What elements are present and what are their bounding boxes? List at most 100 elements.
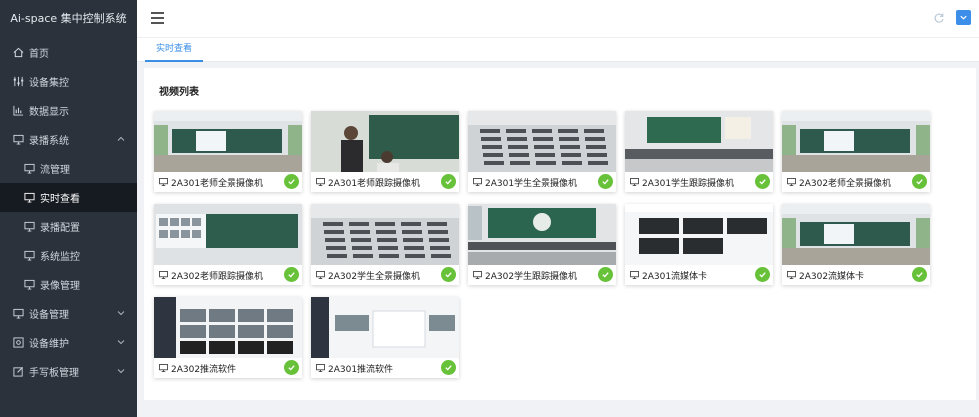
video-caption: 2A302流媒体卡: [782, 265, 930, 285]
video-label: 2A302学生全景摄像机: [328, 271, 421, 282]
video-caption: 2A302老师跟踪摄像机: [154, 265, 302, 285]
status-ok-icon: [755, 267, 770, 282]
video-thumbnail[interactable]: [625, 111, 773, 172]
sidebar-item-recording-config[interactable]: 录播配置: [0, 212, 137, 241]
monitor-icon: [24, 163, 35, 174]
sidebar-item-device-control[interactable]: 设备集控: [0, 67, 137, 96]
monitor-icon: [13, 308, 24, 319]
sliders-icon: [13, 76, 24, 87]
video-caption: 2A301学生跟踪摄像机: [625, 172, 773, 192]
edit-icon: [13, 366, 24, 377]
monitor-icon: [316, 178, 325, 186]
menu-toggle-icon[interactable]: [151, 12, 164, 24]
sidebar-item-recording-system[interactable]: 录播系统: [0, 125, 137, 154]
page-title: 视频列表: [159, 87, 199, 98]
monitor-icon: [316, 364, 325, 372]
video-card[interactable]: 2A301学生跟踪摄像机: [625, 111, 773, 192]
status-ok-icon: [912, 174, 927, 189]
status-ok-icon: [598, 267, 613, 282]
video-thumbnail[interactable]: [154, 297, 302, 358]
video-label: 2A301流媒体卡: [642, 271, 708, 282]
monitor-icon: [24, 279, 35, 290]
video-thumbnail[interactable]: [154, 204, 302, 265]
video-thumbnail[interactable]: [782, 204, 930, 265]
video-card[interactable]: 2A302学生全景摄像机: [311, 204, 459, 285]
monitor-icon: [159, 364, 168, 372]
monitor-icon: [473, 271, 482, 279]
video-card[interactable]: 2A302老师跟踪摄像机: [154, 204, 302, 285]
sidebar-item-home[interactable]: 首页: [0, 38, 137, 67]
chevron-down-icon: [117, 338, 125, 346]
app-title: Ai-space 集中控制系统: [10, 12, 127, 25]
sidebar-item-label: 首页: [29, 49, 49, 60]
top-bar: [137, 0, 979, 38]
sidebar-item-device-management[interactable]: 设备管理: [0, 299, 137, 328]
video-caption: 2A301老师全景摄像机: [154, 172, 302, 192]
video-thumbnail[interactable]: [311, 204, 459, 265]
sidebar-item-label: 录播系统: [29, 136, 69, 147]
video-thumbnail[interactable]: [468, 204, 616, 265]
video-thumbnail[interactable]: [311, 297, 459, 358]
video-card[interactable]: 2A301老师全景摄像机: [154, 111, 302, 192]
video-card[interactable]: 2A301学生全景摄像机: [468, 111, 616, 192]
user-avatar[interactable]: [956, 10, 971, 25]
video-card[interactable]: 2A302推流软件: [154, 297, 302, 378]
tab-bar: 实时查看: [137, 38, 979, 62]
sidebar-item-label: 系统监控: [40, 252, 80, 263]
sidebar-item-stream-management[interactable]: 流管理: [0, 154, 137, 183]
status-ok-icon: [441, 267, 456, 282]
chevron-down-icon: [117, 309, 125, 317]
video-label: 2A302流媒体卡: [799, 271, 865, 282]
monitor-icon: [24, 192, 35, 203]
sidebar-item-label: 设备集控: [29, 78, 69, 89]
status-ok-icon: [284, 267, 299, 282]
chevron-up-icon: [117, 135, 125, 143]
video-card[interactable]: 2A302流媒体卡: [782, 204, 930, 285]
video-caption: 2A301学生全景摄像机: [468, 172, 616, 192]
video-caption: 2A301推流软件: [311, 358, 459, 378]
status-ok-icon: [912, 267, 927, 282]
video-caption: 2A301流媒体卡: [625, 265, 773, 285]
monitor-icon: [159, 178, 168, 186]
status-ok-icon: [441, 360, 456, 375]
status-ok-icon: [755, 174, 770, 189]
sidebar-item-recordings[interactable]: 录像管理: [0, 270, 137, 299]
sidebar-item-system-monitor[interactable]: 系统监控: [0, 241, 137, 270]
monitor-icon: [24, 221, 35, 232]
sidebar-item-data-display[interactable]: 数据显示: [0, 96, 137, 125]
video-label: 2A301老师全景摄像机: [171, 178, 264, 189]
status-ok-icon: [598, 174, 613, 189]
chart-icon: [13, 105, 24, 116]
monitor-icon: [473, 178, 482, 186]
video-thumbnail[interactable]: [625, 204, 773, 265]
video-thumbnail[interactable]: [154, 111, 302, 172]
video-card[interactable]: 2A302老师全景摄像机: [782, 111, 930, 192]
video-card[interactable]: 2A301流媒体卡: [625, 204, 773, 285]
video-caption: 2A302学生全景摄像机: [311, 265, 459, 285]
sidebar-item-label: 手写板管理: [29, 368, 79, 379]
chevron-down-icon: [960, 15, 967, 20]
video-caption: 2A302推流软件: [154, 358, 302, 378]
sidebar-item-label: 录播配置: [40, 223, 80, 234]
sidebar-item-device-maintenance[interactable]: 设备维护: [0, 328, 137, 357]
sidebar-item-label: 设备维护: [29, 339, 69, 350]
video-card[interactable]: 2A301老师跟踪摄像机: [311, 111, 459, 192]
monitor-icon: [13, 134, 24, 145]
sidebar-item-label: 录像管理: [40, 281, 80, 292]
sidebar-item-tablet-management[interactable]: 手写板管理: [0, 357, 137, 386]
video-thumbnail[interactable]: [782, 111, 930, 172]
video-thumbnail[interactable]: [311, 111, 459, 172]
video-card[interactable]: 2A302学生跟踪摄像机: [468, 204, 616, 285]
video-thumbnail[interactable]: [468, 111, 616, 172]
status-ok-icon: [284, 360, 299, 375]
video-caption: 2A302学生跟踪摄像机: [468, 265, 616, 285]
tab-live-view[interactable]: 实时查看: [145, 38, 204, 62]
video-label: 2A301老师跟踪摄像机: [328, 178, 421, 189]
video-card[interactable]: 2A301推流软件: [311, 297, 459, 378]
sidebar-item-live-view[interactable]: 实时查看: [0, 183, 137, 212]
video-label: 2A302老师全景摄像机: [799, 178, 892, 189]
status-ok-icon: [441, 174, 456, 189]
refresh-icon[interactable]: [933, 12, 945, 24]
chevron-down-icon: [117, 367, 125, 375]
monitor-icon: [787, 271, 796, 279]
